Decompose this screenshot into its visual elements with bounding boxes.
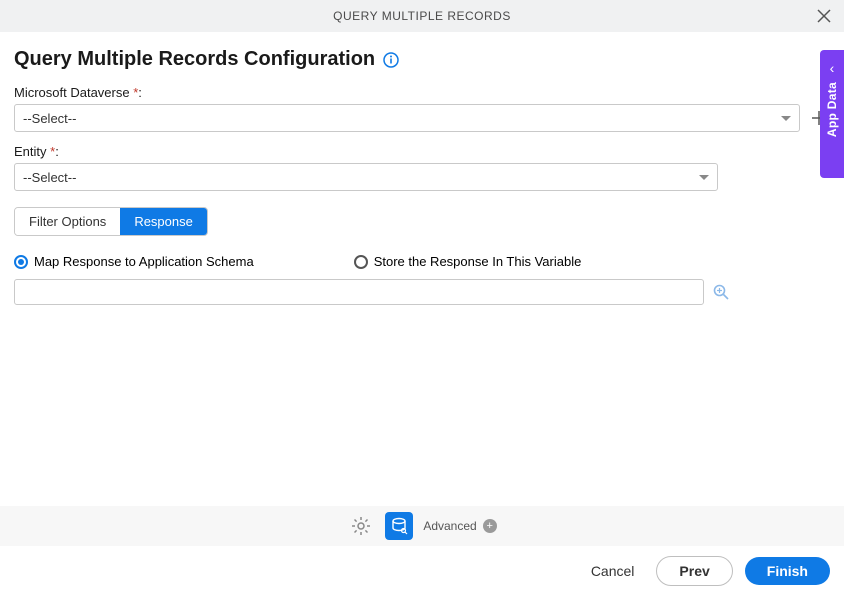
- search-zoom-icon[interactable]: [712, 283, 730, 301]
- chevron-down-icon: [699, 175, 709, 180]
- app-data-panel-toggle[interactable]: ‹ App Data: [820, 50, 844, 178]
- radio-map-label: Map Response to Application Schema: [34, 254, 254, 269]
- radio-store-response[interactable]: Store the Response In This Variable: [354, 254, 582, 269]
- page-title: Query Multiple Records Configuration: [14, 48, 375, 71]
- page-title-row: Query Multiple Records Configuration: [14, 48, 830, 71]
- chevron-down-icon: [781, 116, 791, 121]
- plus-circle-icon: +: [483, 519, 497, 533]
- radio-checked-icon: [14, 255, 28, 269]
- data-tool[interactable]: [385, 512, 413, 540]
- dataverse-field: Microsoft Dataverse *: --Select--: [14, 85, 830, 132]
- dataverse-select-value: --Select--: [23, 111, 76, 126]
- radio-unchecked-icon: [354, 255, 368, 269]
- bottom-toolbar: Advanced +: [0, 506, 844, 546]
- response-panel: Map Response to Application Schema Store…: [14, 254, 830, 305]
- chevron-left-icon: ‹: [830, 60, 835, 76]
- entity-select-value: --Select--: [23, 170, 76, 185]
- dataverse-label: Microsoft Dataverse *:: [14, 85, 830, 100]
- entity-select[interactable]: --Select--: [14, 163, 718, 191]
- dialog-header: QUERY MULTIPLE RECORDS: [0, 0, 844, 32]
- gear-icon: [351, 516, 371, 536]
- tab-filter-options[interactable]: Filter Options: [15, 208, 120, 235]
- app-data-label: App Data: [825, 82, 839, 137]
- dataverse-select[interactable]: --Select--: [14, 104, 800, 132]
- content-area: Query Multiple Records Configuration Mic…: [0, 32, 844, 305]
- entity-label: Entity *:: [14, 144, 830, 159]
- finish-button[interactable]: Finish: [745, 557, 830, 585]
- tab-group: Filter Options Response: [14, 207, 208, 236]
- response-schema-input[interactable]: [14, 279, 704, 305]
- dialog-title: QUERY MULTIPLE RECORDS: [333, 9, 511, 23]
- info-icon[interactable]: [383, 52, 399, 68]
- advanced-label: Advanced: [423, 519, 476, 533]
- radio-map-response[interactable]: Map Response to Application Schema: [14, 254, 254, 269]
- close-icon: [817, 9, 831, 23]
- entity-field: Entity *: --Select--: [14, 144, 830, 191]
- advanced-toggle[interactable]: Advanced +: [423, 519, 496, 533]
- prev-button[interactable]: Prev: [656, 556, 732, 586]
- settings-tool[interactable]: [347, 512, 375, 540]
- cancel-button[interactable]: Cancel: [581, 557, 645, 585]
- tab-response[interactable]: Response: [120, 208, 207, 235]
- footer: Cancel Prev Finish: [0, 546, 844, 596]
- radio-store-label: Store the Response In This Variable: [374, 254, 582, 269]
- close-button[interactable]: [814, 6, 834, 26]
- database-icon: [390, 517, 408, 535]
